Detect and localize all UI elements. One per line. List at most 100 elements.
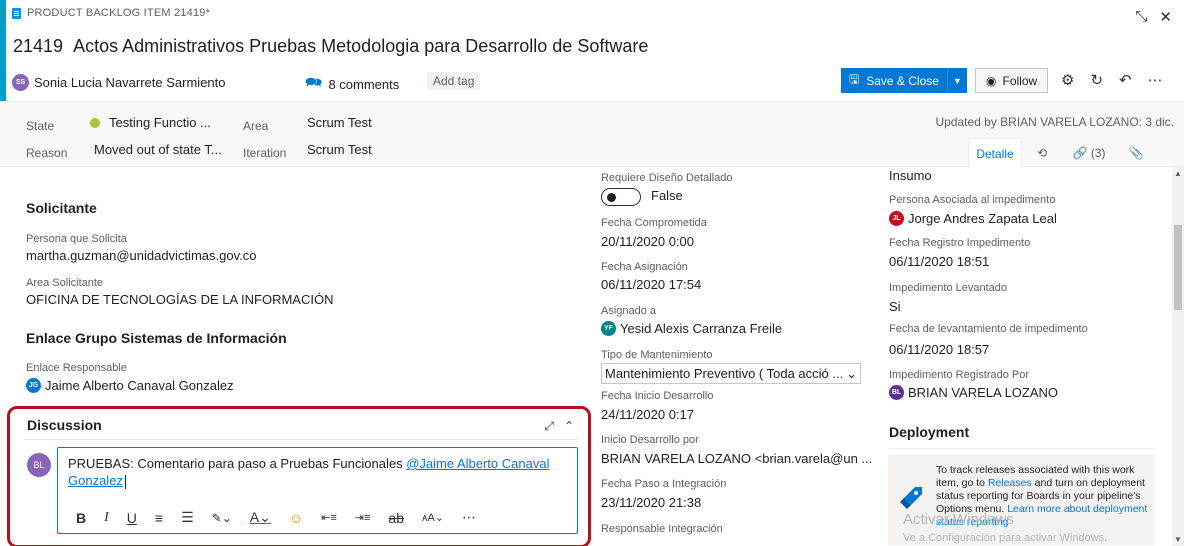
enlace-responsable-name: Jaime Alberto Canaval Gonzalez [45,378,234,393]
avatar: SS [12,73,29,91]
comment-text: PRUEBAS: Comentario para paso a Pruebas … [68,456,407,471]
strikethrough-icon[interactable]: ab [388,510,404,526]
state-indicator [90,118,100,128]
save-close-group: 🖫 Save & Close ▼ [841,68,967,93]
close-icon[interactable]: ✕ [1159,8,1172,26]
registrado-por-value[interactable]: BL BRIAN VARELA LOZANO [889,385,1058,400]
area-solicitante-label: Area Solicitante [26,277,104,289]
follow-button[interactable]: ◉ Follow [975,68,1049,93]
fecha-paso-label: Fecha Paso a Integración [601,478,727,490]
tab-attachments[interactable]: 📎 [1116,138,1156,168]
assigned-to-field[interactable]: SS Sonia Lucia Navarrete Sarmiento [12,70,226,94]
impedimento-levantado-value[interactable]: Si [889,299,901,314]
more-formatting-icon[interactable]: ⋯ [462,509,476,526]
inicio-por-value[interactable]: BRIAN VARELA LOZANO <brian.varela@un ... [601,451,872,466]
numbered-list-icon[interactable]: ☰ [181,509,194,526]
area-value[interactable]: Scrum Test [307,115,372,130]
reason-value[interactable]: Moved out of state T... [94,142,222,157]
font-color-icon[interactable]: A⌄ [250,509,271,526]
requiere-diseno-value: False [651,188,683,203]
enlace-responsable-value[interactable]: JG Jaime Alberto Canaval Gonzalez [26,378,234,393]
comments-count[interactable]: 8 comments [328,77,399,92]
work-item-form: Solicitante Persona que Solicita martha.… [0,167,1171,546]
impedimento-levantado-label: Impedimento Levantado [889,282,1008,294]
bullet-list-icon[interactable]: ≡ [155,510,163,526]
requiere-diseno-toggle[interactable] [601,188,641,206]
avatar: YF [601,321,616,336]
enlace-responsable-label: Enlace Responsable [26,362,127,374]
save-dropdown-button[interactable]: ▼ [946,68,967,93]
underline-icon[interactable]: U [127,510,137,526]
fecha-asignacion-label: Fecha Asignación [601,261,688,273]
asignado-name: Yesid Alexis Carranza Freile [620,321,783,336]
scroll-down-icon[interactable]: ▼ [1173,535,1183,544]
tab-detail[interactable]: Detalle [968,138,1022,168]
increase-indent-icon[interactable]: ⇥≡ [355,511,371,524]
comment-editor[interactable]: PRUEBAS: Comentario para paso a Pruebas … [57,447,578,534]
tipo-mantenimiento-value: Mantenimiento Preventivo ( Toda acció ..… [605,366,844,381]
collapse-icon[interactable]: ⤡ [1135,8,1147,26]
emoji-icon[interactable]: ☺ [289,510,303,526]
expand-icon[interactable]: ⤢ [544,419,554,434]
work-item-type-row: PRODUCT BACKLOG ITEM 21419* [12,7,210,19]
discussion-title[interactable]: Discussion [27,417,102,433]
fecha-inicio-value[interactable]: 24/11/2020 0:17 [601,407,694,422]
history-icon: ⟲ [1036,146,1048,160]
tab-history[interactable]: ⟲ [1022,138,1062,168]
persona-solicita-value[interactable]: martha.guzman@unidadvictimas.gov.co [26,248,256,263]
decrease-indent-icon[interactable]: ⇤≡ [321,511,337,524]
assigned-to-name[interactable]: Sonia Lucia Navarrete Sarmiento [34,75,226,90]
fecha-comprometida-value[interactable]: 20/11/2020 0:00 [601,234,694,249]
collapse-chevron-icon[interactable]: ⌃ [564,419,574,434]
highlight-icon[interactable]: ✎⌄ [212,511,232,525]
avatar: BL [889,385,904,400]
bold-icon[interactable]: B [76,510,86,526]
releases-link[interactable]: Releases [988,477,1032,489]
fecha-paso-value[interactable]: 23/11/2020 21:38 [601,495,701,510]
comment-text-area[interactable]: PRUEBAS: Comentario para paso a Pruebas … [68,455,558,489]
refresh-icon[interactable]: ↻ [1090,71,1103,89]
vertical-scrollbar[interactable]: ▲ ▼ [1172,167,1184,546]
fecha-levantamiento-value[interactable]: 06/11/2020 18:57 [889,342,989,357]
responsable-integracion-label: Responsable Integración [601,523,723,535]
save-close-button[interactable]: 🖫 Save & Close [841,68,947,93]
enlace-section-title[interactable]: Enlace Grupo Sistemas de Información [26,330,287,346]
area-solicitante-value[interactable]: OFICINA DE TECNOLOGÍAS DE LA INFORMACIÓN [26,292,333,307]
italic-icon[interactable]: I [104,510,109,526]
fecha-registro-value[interactable]: 06/11/2020 18:51 [889,254,989,269]
font-size-icon[interactable]: ᴀA⌄ [422,511,444,524]
add-tag-button[interactable]: Add tag [427,72,481,90]
settings-gear-icon[interactable]: ⚙ [1061,71,1074,89]
scroll-thumb[interactable] [1174,225,1182,310]
solicitante-section-title[interactable]: Solicitante [26,200,97,216]
state-label: State [26,119,55,133]
persona-impedimento-value[interactable]: JL Jorge Andres Zapata Leal [889,211,1057,226]
work-item-title-text[interactable]: Actos Administrativos Pruebas Metodologi… [73,36,648,56]
more-actions-icon[interactable]: ⋯ [1148,71,1163,89]
state-value[interactable]: Testing Functio ... [109,115,211,130]
comments-link[interactable]: 🗪 8 comments [305,72,399,96]
link-icon: 🔗 [1072,146,1088,160]
backlog-item-icon [12,7,21,19]
toggle-knob [607,193,616,202]
tipo-mantenimiento-label: Tipo de Mantenimiento [601,349,713,361]
rocket-icon [900,487,922,509]
iteration-value[interactable]: Scrum Test [307,142,372,157]
deployment-divider [889,448,1155,449]
work-item-title[interactable]: 21419 Actos Administrativos Pruebas Metod… [13,36,648,57]
tab-links[interactable]: 🔗 (3) [1062,138,1116,168]
persona-impedimento-name: Jorge Andres Zapata Leal [908,211,1057,226]
asignado-label: Asignado a [601,305,657,317]
fecha-asignacion-value[interactable]: 06/11/2020 17:54 [601,277,701,292]
watermark-subtitle: Ve a Configuración para activar Windows. [903,532,1108,544]
updated-by-text[interactable]: Updated by BRIAN VARELA LOZANO: 3 dic. [935,115,1174,129]
undo-icon[interactable]: ↶ [1119,71,1132,89]
deployment-title[interactable]: Deployment [889,424,969,440]
asignado-value[interactable]: YF Yesid Alexis Carranza Freile [601,321,782,336]
scroll-up-icon[interactable]: ▲ [1173,169,1183,178]
requiere-diseno-label: Requiere Diseño Detallado [601,172,733,184]
avatar: BL [27,453,51,477]
discussion-controls: ⤢ ⌃ [544,419,574,434]
save-close-label: Save & Close [866,73,939,88]
tipo-mantenimiento-select[interactable]: Mantenimiento Preventivo ( Toda acció ..… [601,363,861,384]
